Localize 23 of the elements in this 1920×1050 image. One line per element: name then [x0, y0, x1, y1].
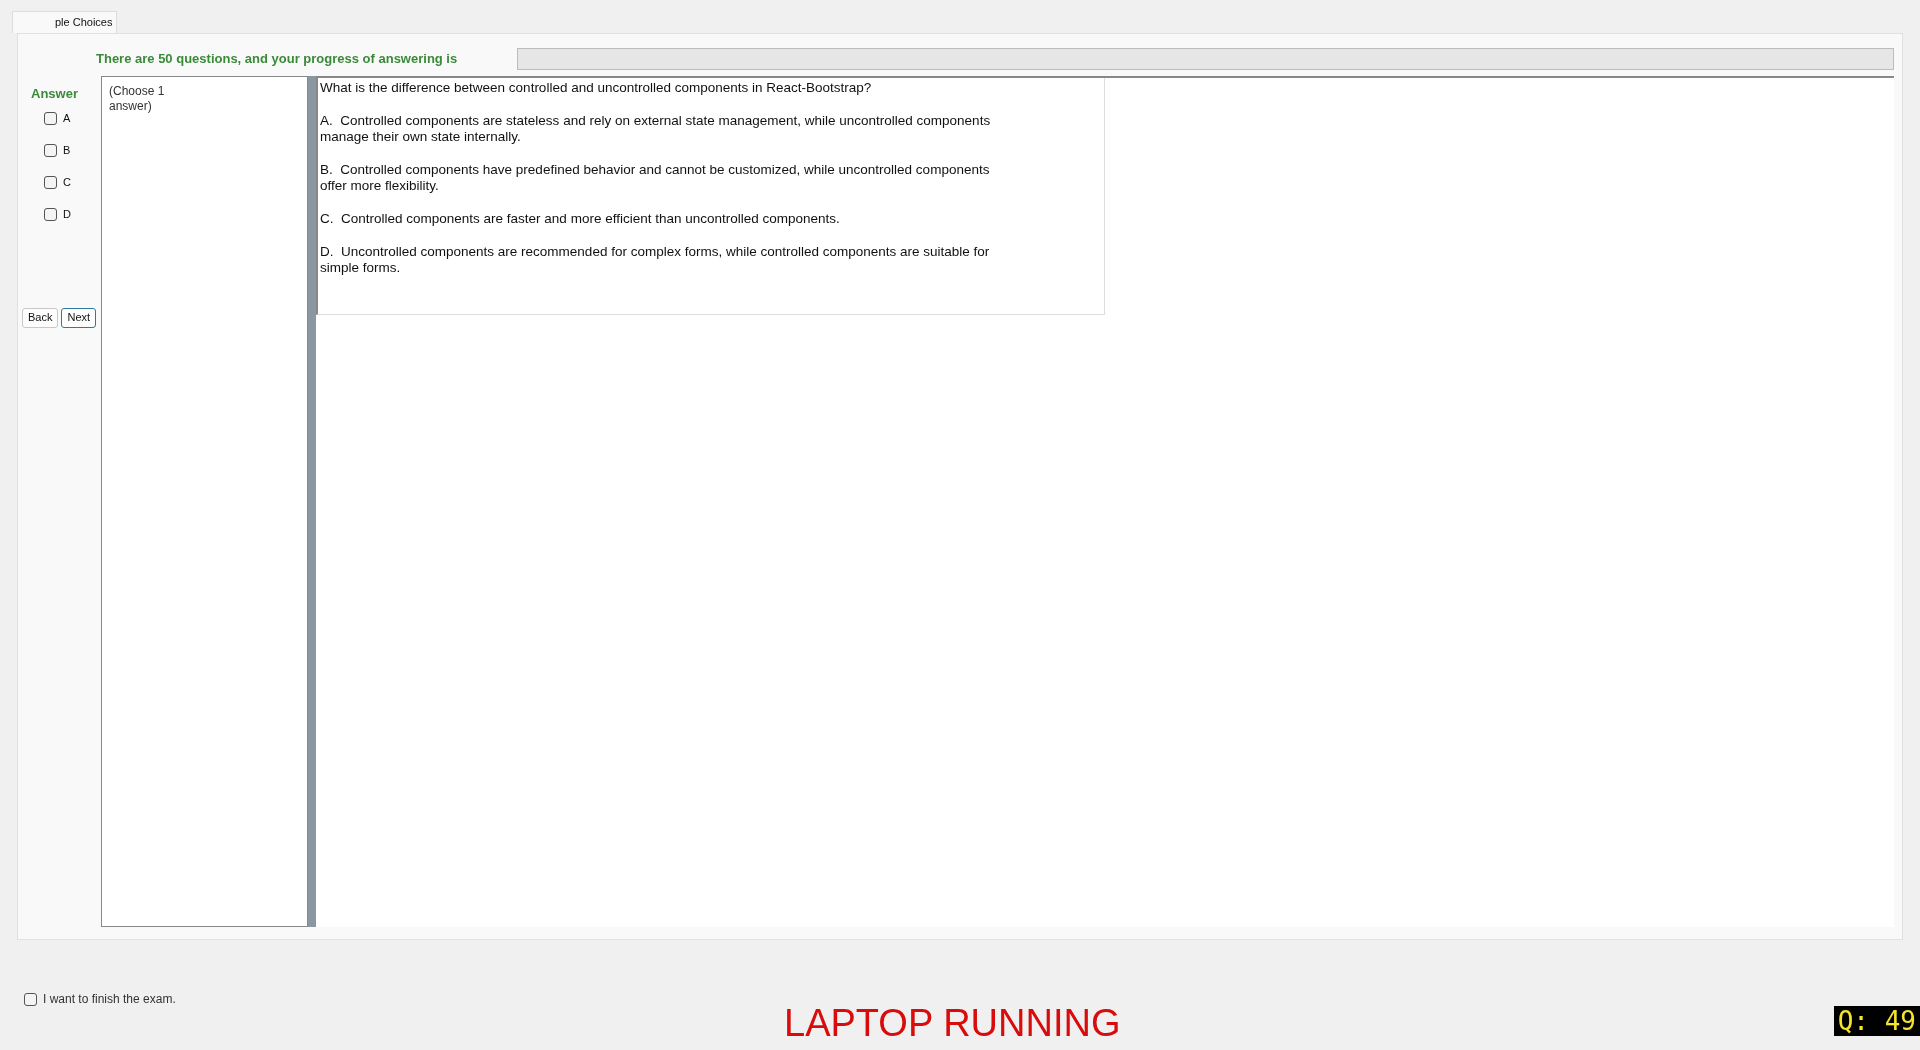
- checkbox[interactable]: [44, 208, 57, 221]
- choose-hint: (Choose 1 answer): [109, 84, 166, 114]
- answer-label: Answer: [31, 85, 79, 103]
- checkbox[interactable]: [44, 112, 57, 125]
- tab[interactable]: ple Choices: [12, 11, 118, 33]
- option-label: B: [63, 143, 71, 159]
- option-label: A: [63, 111, 71, 127]
- choice-text: D. Uncontrolled components are recommended for complex forms, while controlled components are suitable for simple forms.: [320, 244, 991, 276]
- progress-text: There are 50 questions, and your progress of answering is: [96, 50, 458, 69]
- checkbox[interactable]: [44, 176, 57, 189]
- nav-button[interactable]: Next: [61, 307, 97, 328]
- option-label: D: [63, 207, 71, 223]
- option-label: C: [63, 175, 71, 191]
- status-text: LAPTOP RUNNING: [784, 1002, 1121, 1044]
- checkbox[interactable]: [24, 992, 37, 1006]
- choice-text: B. Controlled components have predefined behavior and cannot be customized, while uncontrolled components offer more flexibility.: [320, 162, 991, 194]
- question-number: Q: 49: [1833, 1006, 1920, 1036]
- choice-text: A. Controlled components are stateless and rely on external state management, while uncontrolled components manage their own state internally.: [320, 113, 992, 145]
- choice-text: C. Controlled components are faster and more efficient than uncontrolled components.: [320, 211, 841, 227]
- nav-button[interactable]: Back: [22, 307, 59, 328]
- finish-label: I want to finish the exam.: [43, 991, 176, 1008]
- question-text: What is the difference between controlled and uncontrolled components in React-Bootstrap?: [320, 80, 873, 96]
- checkbox[interactable]: [44, 144, 57, 157]
